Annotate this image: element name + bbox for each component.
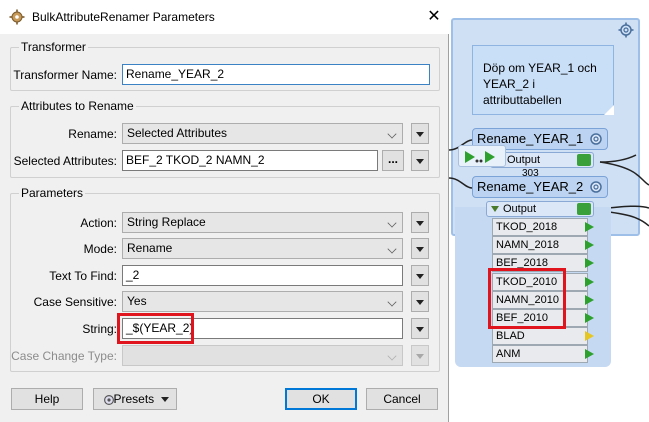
mode-value: Rename bbox=[127, 241, 173, 255]
rename-value: Selected Attributes bbox=[127, 126, 228, 140]
output-port[interactable]: Output bbox=[486, 201, 594, 217]
attribute-port-arrow[interactable] bbox=[585, 240, 594, 250]
caret-down-icon bbox=[160, 397, 169, 403]
attribute-port-arrow[interactable] bbox=[585, 277, 594, 287]
text-to-find-menu-button[interactable] bbox=[411, 265, 429, 286]
ok-button[interactable]: OK bbox=[285, 388, 357, 410]
case-sensitive-select[interactable]: Yes bbox=[122, 291, 403, 312]
case-change-type-select[interactable] bbox=[122, 345, 403, 366]
selected-attributes-input[interactable]: BEF_2 TKOD_2 NAMN_2 bbox=[122, 150, 378, 171]
attribute-port-arrow[interactable] bbox=[585, 295, 594, 305]
play-icon[interactable] bbox=[459, 146, 507, 168]
expand-triangle-icon[interactable] bbox=[491, 206, 499, 212]
action-menu-button[interactable] bbox=[411, 212, 429, 233]
rename-select[interactable]: Selected Attributes bbox=[122, 123, 403, 144]
chevron-down-icon bbox=[387, 351, 397, 361]
mode-label: Mode: bbox=[83, 242, 117, 256]
case-sensitive-value: Yes bbox=[127, 294, 147, 308]
action-select[interactable]: String Replace bbox=[122, 212, 403, 233]
run-controls[interactable] bbox=[458, 145, 506, 167]
group-title: Parameters bbox=[19, 186, 86, 200]
attribute-row[interactable]: ANM bbox=[492, 345, 588, 363]
presets-button[interactable]: Presets bbox=[93, 388, 177, 410]
selected-attributes-label: Selected Attributes: bbox=[13, 154, 117, 168]
cancel-button[interactable]: Cancel bbox=[366, 388, 438, 410]
chevron-down-icon bbox=[387, 297, 397, 307]
help-button[interactable]: Help bbox=[11, 388, 83, 410]
highlight-box bbox=[488, 268, 566, 329]
text-to-find-input[interactable]: _2 bbox=[122, 265, 403, 286]
mode-menu-button[interactable] bbox=[411, 238, 429, 259]
transformer-name-input[interactable]: Rename_YEAR_2 bbox=[122, 64, 430, 85]
browse-attributes-button[interactable]: ... bbox=[382, 150, 404, 171]
parameters-dialog[interactable]: BulkAttributeRenamer Parameters ✕ Transf… bbox=[0, 0, 449, 422]
attribute-port-arrow[interactable] bbox=[585, 222, 594, 232]
rename-label: Rename: bbox=[68, 127, 117, 141]
presets-icon bbox=[104, 395, 114, 405]
group-title: Attributes to Rename bbox=[19, 99, 136, 113]
title-bar[interactable]: BulkAttributeRenamer Parameters ✕ bbox=[0, 0, 449, 34]
highlight-box bbox=[117, 313, 194, 344]
attribute-row[interactable]: BLAD bbox=[492, 327, 588, 345]
text-to-find-label: Text To Find: bbox=[49, 269, 117, 283]
string-menu-button[interactable] bbox=[411, 318, 429, 339]
case-change-type-menu-button[interactable] bbox=[411, 345, 429, 366]
gear-icon[interactable] bbox=[588, 179, 604, 195]
presets-label: Presets bbox=[113, 392, 155, 406]
attribute-row[interactable]: TKOD_2018 bbox=[492, 218, 588, 236]
transformer-name: Rename_YEAR_1 bbox=[477, 131, 584, 146]
inspect-icon[interactable] bbox=[577, 154, 591, 166]
string-label: String: bbox=[82, 322, 117, 336]
transformer-name-label: Transformer Name: bbox=[13, 68, 117, 82]
transformer-rename-year-2[interactable]: Rename_YEAR_2 bbox=[472, 176, 608, 198]
group-title: Transformer bbox=[19, 40, 88, 54]
dialog-title: BulkAttributeRenamer Parameters bbox=[32, 10, 215, 24]
action-label: Action: bbox=[80, 216, 117, 230]
chevron-down-icon bbox=[387, 218, 397, 228]
mode-select[interactable]: Rename bbox=[122, 238, 403, 259]
bulk-attribute-renamer-icon bbox=[9, 9, 25, 25]
port-label: Output bbox=[507, 154, 541, 166]
rename-menu-button[interactable] bbox=[411, 123, 429, 144]
chevron-down-icon bbox=[387, 129, 397, 139]
inspect-icon[interactable] bbox=[577, 203, 591, 215]
selected-attributes-menu-button[interactable] bbox=[411, 150, 429, 171]
attribute-row[interactable]: NAMN_2018 bbox=[492, 236, 588, 254]
gear-icon[interactable] bbox=[588, 131, 604, 147]
action-value: String Replace bbox=[127, 215, 206, 229]
attribute-port-arrow[interactable] bbox=[585, 258, 594, 268]
transformer-name: Rename_YEAR_2 bbox=[477, 179, 584, 194]
attribute-port-arrow[interactable] bbox=[585, 349, 594, 359]
attribute-port-arrow[interactable] bbox=[585, 331, 594, 341]
case-sensitive-label: Case Sensitive: bbox=[33, 295, 117, 309]
case-sensitive-menu-button[interactable] bbox=[411, 291, 429, 312]
attribute-port-arrow[interactable] bbox=[585, 313, 594, 323]
close-icon[interactable]: ✕ bbox=[424, 7, 444, 27]
port-label: Output bbox=[503, 203, 537, 215]
chevron-down-icon bbox=[387, 244, 397, 254]
case-change-type-label: Case Change Type: bbox=[11, 349, 117, 363]
